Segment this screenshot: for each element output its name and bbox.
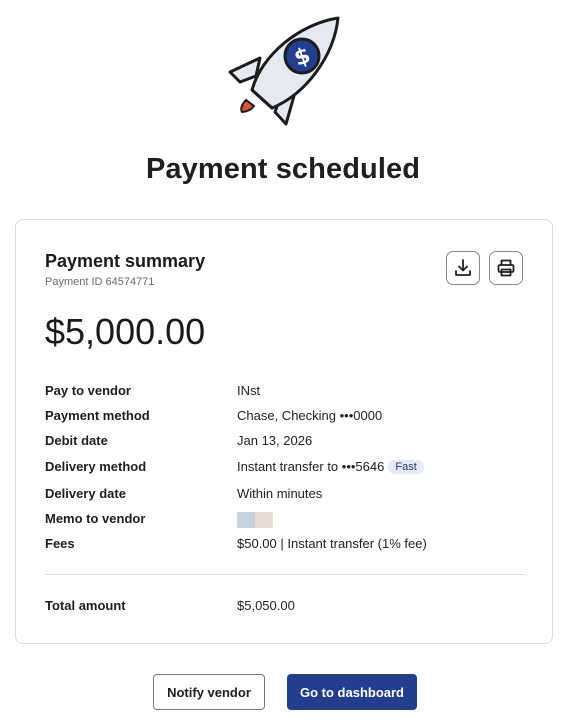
detail-label: Debit date [45, 433, 108, 448]
total-value: $5,050.00 [237, 598, 295, 613]
detail-row-debit-date: Debit date Jan 13, 2026 [45, 433, 525, 453]
memo-redacted-image [237, 512, 273, 528]
detail-label: Delivery method [45, 459, 147, 474]
detail-value: Instant transfer to •••5646 [237, 459, 385, 474]
detail-value: Jan 13, 2026 [237, 433, 313, 448]
page-title: Payment scheduled [145, 153, 421, 185]
detail-row-pay-to: Pay to vendor INst [45, 383, 525, 403]
detail-label: Pay to vendor [45, 383, 131, 398]
payment-id: Payment ID 64574771 [45, 276, 157, 288]
payment-id-value: 64574771 [105, 276, 155, 288]
detail-value: $50.00 | Instant transfer (1% fee) [237, 536, 427, 551]
detail-value: Within minutes [237, 486, 323, 501]
total-label: Total amount [45, 598, 126, 613]
total-row: Total amount $5,050.00 [45, 598, 525, 618]
divider [45, 574, 525, 575]
payment-confirmation-page: $ Payment scheduled Payment summary Paym… [0, 0, 566, 720]
detail-row-memo: Memo to vendor [45, 511, 525, 531]
detail-value: Chase, Checking •••0000 [237, 408, 383, 423]
detail-value: INst [237, 383, 261, 398]
detail-row-payment-method: Payment method Chase, Checking •••0000 [45, 408, 525, 428]
payment-summary-card: Payment summary Payment ID 64574771 $5,0… [15, 219, 553, 644]
detail-row-delivery-date: Delivery date Within minutes [45, 486, 525, 506]
payment-id-label: Payment ID [45, 276, 103, 288]
go-to-dashboard-button[interactable]: Go to dashboard [287, 674, 417, 710]
print-button[interactable] [489, 251, 523, 285]
detail-label: Delivery date [45, 486, 126, 501]
summary-title: Payment summary [45, 251, 206, 271]
fast-badge: Fast [388, 460, 424, 474]
detail-label: Fees [45, 536, 75, 551]
detail-label: Memo to vendor [45, 511, 146, 526]
notify-vendor-button[interactable]: Notify vendor [153, 674, 265, 710]
detail-value-container: Instant transfer to •••5646 Fast [237, 459, 424, 474]
payment-amount: $5,000.00 [45, 311, 206, 352]
printer-icon [497, 259, 515, 277]
download-button[interactable] [446, 251, 480, 285]
rocket-dollar-icon: $ [220, 14, 350, 134]
detail-label: Payment method [45, 408, 150, 423]
download-icon [455, 259, 471, 276]
detail-row-delivery-method: Delivery method Instant transfer to •••5… [45, 459, 525, 479]
detail-row-fees: Fees $50.00 | Instant transfer (1% fee) [45, 536, 525, 556]
